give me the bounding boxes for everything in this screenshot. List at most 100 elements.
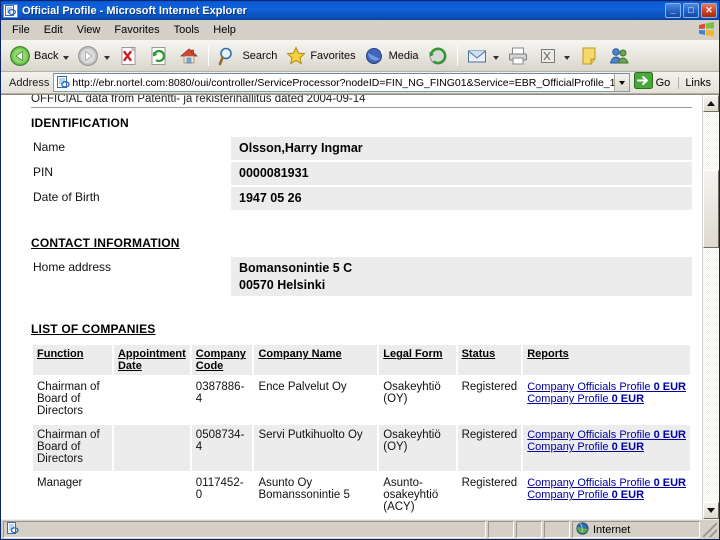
edit-dropdown-arrow-icon[interactable] <box>563 55 570 60</box>
th-legal-form[interactable]: Legal Form <box>379 345 456 376</box>
print-button[interactable] <box>503 42 533 70</box>
cell-legal-form: Asunto-osakeyhtiö (ACY) <box>379 473 456 519</box>
status-bar: Internet <box>1 519 719 539</box>
cell-company-code: 0387886-4 <box>191 377 253 424</box>
cell-company-code: 0508734-4 <box>191 425 253 472</box>
close-button[interactable]: ✕ <box>701 3 717 18</box>
address-dropdown-button[interactable] <box>613 74 629 91</box>
th-appointment-date-label: Appointment Date <box>117 348 186 373</box>
link-company-officials-profile[interactable]: Company Officials Profile 0 EUR <box>527 477 686 489</box>
link-company-profile[interactable]: Company Profile 0 EUR <box>527 393 686 405</box>
search-button[interactable]: Search <box>213 42 281 70</box>
stop-button[interactable] <box>114 42 144 70</box>
menu-tools[interactable]: Tools <box>167 22 207 38</box>
menu-edit[interactable]: Edit <box>37 22 70 38</box>
search-icon <box>217 45 239 67</box>
favorites-button[interactable]: Favorites <box>281 42 359 70</box>
home-button[interactable] <box>174 42 204 70</box>
go-button[interactable]: Go <box>630 71 677 94</box>
refresh-button[interactable] <box>144 42 174 70</box>
search-label: Search <box>242 49 278 62</box>
forward-button[interactable] <box>73 42 114 70</box>
cell-company-code: 0117452-0 <box>191 473 253 519</box>
back-dropdown-arrow-icon[interactable] <box>63 55 70 60</box>
th-appointment-date[interactable]: Appointment Date <box>113 345 190 376</box>
security-zone-pane[interactable]: Internet <box>572 521 700 538</box>
mail-button[interactable] <box>462 42 503 70</box>
triangle-down-icon <box>707 508 715 513</box>
th-company-code[interactable]: Company Code <box>191 345 253 376</box>
cell-status: Registered <box>457 473 522 519</box>
edit-page-icon <box>537 45 559 67</box>
cell-company-name: Servi Putkihuolto Oy <box>254 425 378 472</box>
home-address-value: Bomansonintie 5 C 00570 Helsinki <box>231 256 692 297</box>
cell-status: Registered <box>457 425 522 472</box>
th-reports[interactable]: Reports <box>523 345 690 376</box>
page-inner: OFFICIAL data from Patentti- ja rekister… <box>1 95 702 519</box>
go-arrow-icon <box>633 71 653 94</box>
scroll-up-button[interactable] <box>703 95 719 112</box>
link-company-profile[interactable]: Company Profile 0 EUR <box>527 489 686 501</box>
cell-reports: Company Officials Profile 0 EUR Company … <box>523 377 690 424</box>
web-page: OFFICIAL data from Patentti- ja rekister… <box>1 95 702 519</box>
link-price: 0 EUR <box>653 381 686 394</box>
stop-icon <box>118 45 140 67</box>
menu-view[interactable]: View <box>70 22 108 38</box>
address-line-1: Bomansonintie 5 C <box>239 260 353 275</box>
name-value: Olsson,Harry Ingmar <box>231 137 692 160</box>
th-status[interactable]: Status <box>457 345 522 376</box>
menu-file[interactable]: File <box>5 22 37 38</box>
media-button[interactable]: Media <box>360 42 423 70</box>
menu-bar: File Edit View Favorites Tools Help <box>1 20 719 40</box>
th-company-name[interactable]: Company Name <box>254 345 378 376</box>
th-company-code-label: Company Code <box>195 348 246 373</box>
globe-icon <box>576 521 589 538</box>
title-bar: Official Profile - Microsoft Internet Ex… <box>1 1 719 20</box>
window-title: Official Profile - Microsoft Internet Ex… <box>22 4 247 17</box>
notes-button[interactable] <box>574 42 604 70</box>
cell-function: Manager <box>33 473 112 519</box>
th-function-label: Function <box>37 348 84 361</box>
forward-dropdown-arrow-icon[interactable] <box>104 55 111 60</box>
maximize-button[interactable]: □ <box>683 3 699 18</box>
menu-help[interactable]: Help <box>206 22 243 38</box>
messenger-button[interactable] <box>604 42 634 70</box>
link-company-profile[interactable]: Company Profile 0 EUR <box>527 441 686 453</box>
pin-value: 0000081931 <box>231 161 692 185</box>
companies-heading: LIST OF COMPANIES <box>31 322 156 337</box>
link-company-officials-profile[interactable]: Company Officials Profile 0 EUR <box>527 429 686 441</box>
dob-value: 1947 05 26 <box>231 186 692 210</box>
link-text: Company Officials Profile <box>527 477 654 490</box>
messenger-people-icon <box>608 45 630 67</box>
mail-dropdown-arrow-icon[interactable] <box>492 55 499 60</box>
th-company-name-label: Company Name <box>258 348 342 361</box>
scrollbar-thumb[interactable] <box>703 170 719 248</box>
back-arrow-icon <box>9 45 31 67</box>
back-label: Back <box>34 49 59 62</box>
edit-button[interactable] <box>533 42 574 70</box>
forward-arrow-icon <box>77 45 99 67</box>
chevron-down-icon <box>618 80 625 85</box>
resize-grip[interactable] <box>703 522 717 537</box>
back-button[interactable]: Back <box>5 42 73 70</box>
address-label: Address <box>9 76 50 89</box>
go-label: Go <box>655 76 671 89</box>
menu-favorites[interactable]: Favorites <box>107 22 166 38</box>
ie-document-icon <box>3 3 18 18</box>
links-button[interactable]: Links <box>678 76 717 89</box>
vertical-scrollbar[interactable] <box>702 95 719 519</box>
th-function[interactable]: Function <box>33 345 112 376</box>
link-company-officials-profile[interactable]: Company Officials Profile 0 EUR <box>527 381 686 393</box>
table-row: Manager 0117452-0 Asunto Oy Bomanssonint… <box>33 473 690 519</box>
scroll-down-button[interactable] <box>703 502 719 519</box>
field-name: Name Olsson,Harry Ingmar <box>31 137 692 160</box>
field-pin: PIN 0000081931 <box>31 161 692 185</box>
cell-reports: Company Officials Profile 0 EUR Company … <box>523 425 690 472</box>
address-input[interactable]: http://ebr.nortel.com:8080/oui/controlle… <box>53 73 630 92</box>
scrollbar-track[interactable] <box>703 112 719 502</box>
media-label: Media <box>388 49 419 62</box>
history-button[interactable] <box>423 42 453 70</box>
minimize-button[interactable]: _ <box>665 3 681 18</box>
link-price: 0 EUR <box>653 477 686 490</box>
